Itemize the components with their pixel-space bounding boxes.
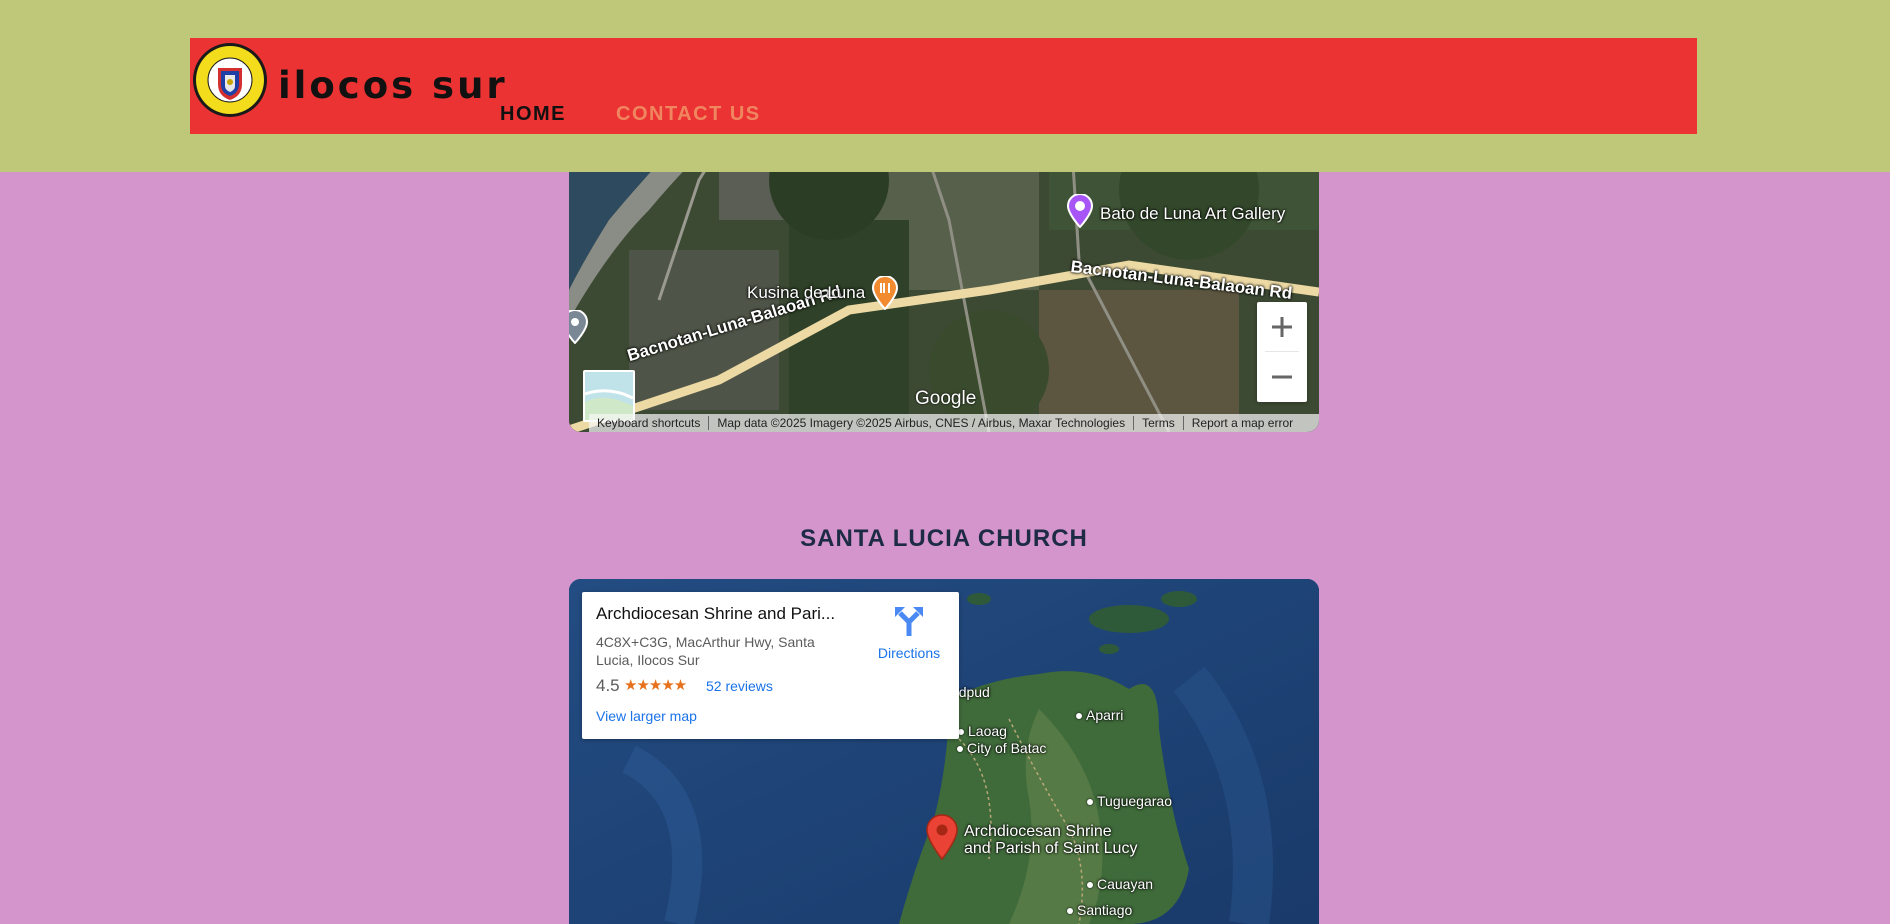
map-attribution-bar: Keyboard shortcuts Map data ©2025 Imager…	[589, 414, 1319, 432]
city-label: Santiago	[1067, 902, 1132, 918]
directions-label: Directions	[877, 645, 941, 661]
city-label: City of Batac	[957, 740, 1046, 756]
pin-label-line: and Parish of Saint Lucy	[964, 840, 1138, 857]
city-label: Laoag	[958, 723, 1007, 739]
terms-link[interactable]: Terms	[1134, 416, 1184, 430]
place-title: Archdiocesan Shrine and Pari...	[596, 604, 836, 623]
poi-label-gallery[interactable]: Bato de Luna Art Gallery	[1100, 204, 1285, 224]
report-error-link[interactable]: Report a map error	[1184, 416, 1301, 430]
place-card: Archdiocesan Shrine and Pari... 4C8X+C3G…	[582, 592, 959, 739]
place-address: 4C8X+C3G, MacArthur Hwy, Santa Lucia, Il…	[596, 634, 815, 668]
nav-home-link[interactable]: HOME	[500, 103, 566, 126]
directions-button[interactable]: Directions	[866, 602, 952, 662]
header-band: ilocos sur HOME CONTACT US	[0, 0, 1890, 172]
reviews-link[interactable]: 52 reviews	[706, 678, 773, 694]
directions-icon	[895, 607, 923, 636]
zoom-controls	[1257, 302, 1307, 402]
google-logo: Google	[915, 388, 977, 409]
province-seal-logo	[193, 43, 267, 117]
plus-icon	[1272, 317, 1292, 337]
restaurant-pin-icon[interactable]	[871, 276, 899, 310]
view-larger-map-link[interactable]: View larger map	[596, 708, 697, 724]
site-title: ilocos sur	[278, 64, 508, 107]
city-label: Aparri	[1076, 707, 1123, 723]
pin-label: Archdiocesan Shrine and Parish of Saint …	[964, 823, 1137, 857]
minus-icon	[1272, 375, 1292, 379]
pin-label-line: Archdiocesan Shrine	[964, 823, 1112, 840]
gallery-pin-icon[interactable]	[1066, 194, 1094, 228]
zoom-out-button[interactable]	[1257, 352, 1307, 402]
location-pin-icon[interactable]	[569, 310, 589, 344]
zoom-in-button[interactable]	[1257, 302, 1307, 352]
rating-stars-icon: ★★★★★	[624, 677, 687, 694]
keyboard-shortcuts-link[interactable]: Keyboard shortcuts	[589, 416, 710, 430]
city-label: Tuguegarao	[1087, 793, 1172, 809]
nav-bar: ilocos sur HOME CONTACT US	[190, 38, 1697, 134]
city-label: Cauayan	[1087, 876, 1153, 892]
map-data-credit: Map data ©2025 Imagery ©2025 Airbus, CNE…	[709, 416, 1135, 430]
nav-contact-link[interactable]: CONTACT US	[616, 103, 761, 126]
map-layer-icon	[585, 372, 633, 420]
map-embed-santa-lucia[interactable]: Pagudpud Aparri Laoag City of Batac Tugu…	[569, 579, 1319, 924]
section-title: SANTA LUCIA CHURCH	[800, 525, 1088, 552]
poi-label-restaurant[interactable]: Kusina de Luna	[747, 283, 865, 303]
rating-value: 4.5	[596, 676, 620, 695]
location-pin-icon[interactable]	[925, 814, 959, 860]
